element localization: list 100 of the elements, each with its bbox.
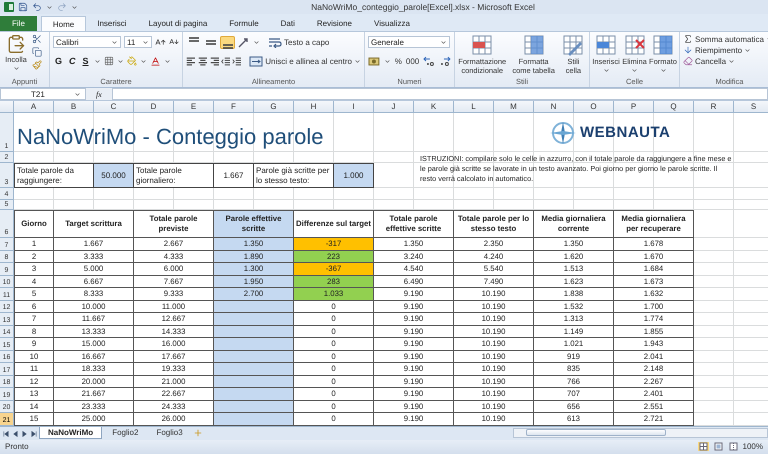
ribbon-tab[interactable]: Layout di pagina (138, 16, 218, 31)
sheet-tab[interactable]: Foglio3 (148, 426, 191, 438)
horizontal-scrollbar[interactable] (513, 428, 768, 438)
table-cell[interactable] (214, 326, 294, 338)
undo-icon[interactable] (32, 2, 42, 12)
decrease-indent-icon[interactable] (221, 56, 230, 66)
ribbon-tab[interactable]: Formule (218, 16, 270, 31)
ribbon-tab[interactable]: Revisione (306, 16, 364, 31)
caret-icon[interactable] (71, 4, 78, 10)
caret-icon[interactable] (142, 38, 149, 46)
table-cell[interactable] (214, 338, 294, 350)
column-header[interactable]: L (454, 101, 494, 113)
name-box[interactable]: T21 (0, 88, 86, 100)
borders-icon[interactable] (104, 56, 114, 66)
caret-icon[interactable] (140, 58, 147, 64)
caret-icon[interactable] (728, 58, 736, 64)
table-cell[interactable] (214, 388, 294, 400)
align-center-icon[interactable] (198, 54, 208, 68)
column-header[interactable]: J (374, 101, 414, 113)
percent-button[interactable]: % (394, 56, 402, 66)
caret-icon[interactable] (111, 38, 118, 46)
column-header[interactable]: R (694, 101, 734, 113)
save-icon[interactable] (18, 2, 28, 12)
sheet-nav-icon[interactable] (30, 430, 37, 438)
italic-button[interactable]: C (67, 56, 78, 66)
caret-icon[interactable] (602, 67, 610, 74)
caret-icon[interactable] (744, 46, 752, 54)
caret-icon[interactable] (12, 65, 20, 72)
ribbon-tab[interactable]: File (0, 16, 37, 31)
formula-input[interactable] (112, 88, 768, 100)
fill-down-icon[interactable] (683, 45, 693, 55)
increase-indent-icon[interactable] (232, 56, 242, 66)
paste-icon[interactable] (6, 34, 26, 54)
caret-icon[interactable] (94, 58, 101, 64)
grow-font-icon[interactable] (155, 36, 166, 48)
conditional-format-icon[interactable] (471, 34, 494, 56)
wrap-text-icon[interactable] (268, 36, 282, 48)
view-icon[interactable] (712, 442, 724, 452)
caret-icon[interactable] (631, 67, 638, 74)
number-format-field[interactable]: Generale (368, 36, 450, 48)
column-header[interactable]: N (534, 101, 574, 113)
shrink-font-icon[interactable] (169, 37, 179, 47)
merge-cells-icon[interactable] (249, 56, 264, 66)
cell-styles-icon[interactable] (562, 34, 584, 56)
table-cell[interactable]: 50.000 (94, 163, 134, 188)
column-header[interactable]: F (214, 101, 254, 113)
table-cell[interactable] (214, 300, 294, 313)
ribbon-button[interactable]: Somma automatica (695, 34, 764, 44)
ribbon-button[interactable]: Cancella (695, 56, 726, 66)
fill-color-icon[interactable] (126, 56, 137, 66)
copy-icon[interactable] (32, 47, 42, 57)
caret-icon[interactable] (116, 58, 124, 64)
ribbon-tab[interactable]: Home (40, 16, 86, 31)
spreadsheet-app-icon[interactable] (4, 2, 14, 12)
table-cell[interactable] (214, 413, 294, 426)
view-icon[interactable] (728, 442, 739, 452)
font-name-field[interactable]: Calibri (53, 36, 121, 48)
column-header[interactable]: G (254, 101, 294, 113)
increase-decimal-icon[interactable] (423, 56, 436, 66)
font-color-icon[interactable] (150, 56, 161, 66)
underline-button[interactable]: S (80, 56, 91, 66)
column-header[interactable]: K (414, 101, 454, 113)
ribbon-button[interactable]: Riempimento (695, 46, 742, 54)
eraser-icon[interactable] (683, 56, 693, 66)
caret-icon[interactable] (74, 90, 81, 98)
column-header[interactable]: D (134, 101, 174, 113)
column-header[interactable]: Q (654, 101, 694, 113)
column-header[interactable]: A (14, 101, 54, 113)
table-cell[interactable] (214, 313, 294, 326)
sheet-nav-icon[interactable] (3, 430, 10, 438)
table-format-icon[interactable] (522, 34, 545, 56)
column-header[interactable]: I (334, 101, 374, 113)
caret-icon[interactable] (46, 4, 53, 10)
insert-function-button[interactable]: fx (90, 90, 108, 98)
sheet-tab[interactable]: Foglio2 (104, 426, 146, 438)
table-cell[interactable] (214, 363, 294, 376)
ribbon-tab[interactable]: Dati (270, 16, 306, 31)
column-header[interactable]: O (574, 101, 614, 113)
delete-cells-icon[interactable] (624, 34, 646, 56)
caret-icon[interactable] (354, 58, 361, 64)
caret-icon[interactable] (440, 38, 447, 46)
sheet-tab[interactable]: NaNoWriMo (39, 426, 102, 438)
column-header[interactable]: S (734, 101, 768, 113)
align-left-icon[interactable] (186, 54, 196, 68)
insert-cells-icon[interactable] (595, 34, 617, 56)
scissors-icon[interactable] (32, 34, 42, 44)
column-header[interactable]: H (294, 101, 334, 113)
caret-icon[interactable] (253, 38, 260, 46)
table-cell[interactable] (214, 376, 294, 388)
currency-icon[interactable] (368, 56, 380, 66)
decrease-decimal-icon[interactable] (439, 56, 451, 66)
table-cell[interactable]: 1.000 (334, 163, 374, 188)
column-header[interactable]: M (494, 101, 534, 113)
wrap-text-button[interactable]: Testo a capo (284, 38, 330, 46)
view-icon[interactable] (698, 442, 709, 452)
table-cell[interactable] (214, 350, 294, 363)
caret-icon[interactable] (660, 67, 666, 74)
zoom-level[interactable]: 100% (742, 442, 763, 452)
column-header[interactable]: B (54, 101, 94, 113)
ribbon-tab[interactable]: Visualizza (363, 16, 421, 31)
